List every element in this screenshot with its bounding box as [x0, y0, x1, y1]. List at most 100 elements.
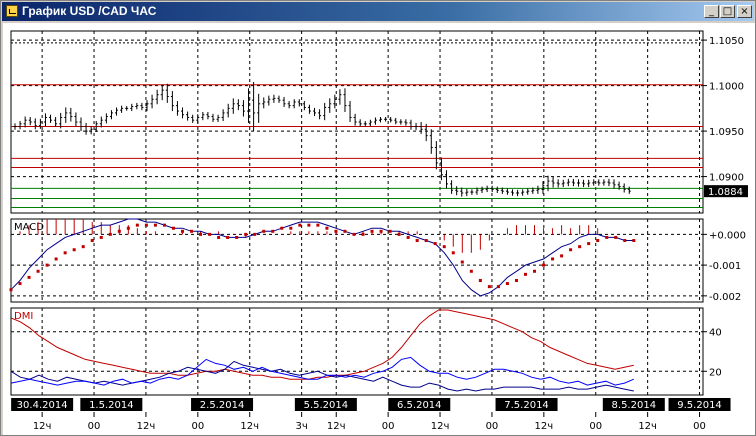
- macd-signal-point: [117, 229, 121, 233]
- price-y-tick-label: 1.1050: [709, 36, 744, 47]
- macd-signal-point: [27, 275, 31, 279]
- date-label: 30.4.2014: [17, 400, 68, 411]
- macd-signal-point: [460, 260, 464, 264]
- macd-line: [10, 218, 634, 297]
- maximize-button[interactable]: □: [720, 5, 735, 18]
- macd-signal-point: [487, 285, 491, 289]
- window-title: График USD /CAD ЧАС: [22, 4, 157, 18]
- macd-signal-point: [632, 239, 636, 243]
- macd-signal-point: [569, 248, 573, 252]
- macd-signal-point: [81, 245, 85, 249]
- macd-signal-point: [135, 223, 139, 227]
- macd-signal-point: [370, 229, 374, 233]
- macd-signal-point: [424, 239, 428, 243]
- window-titlebar[interactable]: График USD /CAD ЧАС _ □ ×: [2, 2, 754, 21]
- macd-signal-point: [171, 226, 175, 230]
- chart-canvas[interactable]: 1.1050 1.1000 1.0950 1.0900 1.0884 +0.000 -0.…: [3, 23, 755, 435]
- macd-signal-point: [478, 278, 482, 282]
- hour-label: 00: [382, 421, 395, 432]
- macd-signal-point: [298, 223, 302, 227]
- hour-label: 00: [191, 421, 204, 432]
- macd-signal-point: [18, 282, 22, 286]
- macd-y-tick-label: -0.002: [709, 292, 741, 303]
- hour-label: 12ч: [33, 421, 52, 432]
- hour-label: 12ч: [638, 421, 657, 432]
- price-y-tick-label: 1.0950: [709, 127, 744, 138]
- macd-signal-point: [587, 242, 591, 246]
- macd-signal-point: [388, 229, 392, 233]
- macd-signal-point: [596, 239, 600, 243]
- last-price-label: 1.0884: [708, 187, 743, 198]
- macd-signal-point: [496, 285, 500, 289]
- macd-signal-point: [325, 226, 329, 230]
- macd-signal-point: [542, 263, 546, 267]
- macd-signal-point: [533, 269, 537, 273]
- date-label: 9.5.2014: [677, 400, 722, 411]
- macd-signal-point: [442, 245, 446, 249]
- date-label: 8.5.2014: [612, 400, 657, 411]
- macd-signal-point: [45, 263, 49, 267]
- minimize-button[interactable]: _: [704, 5, 719, 18]
- hour-label: 12ч: [137, 421, 156, 432]
- macd-signal-point: [271, 229, 275, 233]
- macd-signal-point: [514, 278, 518, 282]
- price-y-tick-label: 1.1000: [709, 82, 744, 93]
- dmi-adx-line: [10, 309, 634, 380]
- macd-y-tick-label: -0.001: [709, 261, 741, 272]
- price-y-tick-label: 1.0900: [709, 173, 744, 184]
- price-panel: 1.1050 1.1000 1.0950 1.0900 1.0884: [10, 30, 748, 214]
- macd-signal-point: [180, 229, 184, 233]
- dmi-y-tick-label: 40: [709, 328, 722, 339]
- macd-signal-point: [289, 226, 293, 230]
- macd-signal-point: [9, 288, 13, 292]
- chart-app-icon: [6, 5, 18, 17]
- close-button[interactable]: ×: [737, 5, 752, 18]
- macd-y-tick-label: +0.000: [709, 230, 746, 241]
- hour-label: 00: [88, 421, 101, 432]
- dmi-y-tick-label: 20: [709, 367, 722, 378]
- hour-label: 00: [693, 421, 706, 432]
- macd-signal-point: [334, 229, 338, 233]
- macd-signal-point: [199, 232, 203, 236]
- macd-signal-point: [153, 223, 157, 227]
- macd-signal-point: [406, 235, 410, 239]
- macd-signal-point: [253, 232, 257, 236]
- macd-signal-point: [379, 229, 383, 233]
- macd-signal-point: [262, 229, 266, 233]
- macd-signal-point: [433, 242, 437, 246]
- macd-signal-point: [126, 226, 130, 230]
- macd-signal-point: [90, 239, 94, 243]
- macd-signal-point: [162, 223, 166, 227]
- macd-signal-point: [36, 269, 40, 273]
- macd-signal-point: [469, 269, 473, 273]
- macd-signal-point: [63, 251, 67, 255]
- macd-signal-point: [551, 257, 555, 261]
- macd-signal-point: [208, 232, 212, 236]
- macd-signal-point: [235, 235, 239, 239]
- date-label: 2.5.2014: [200, 400, 245, 411]
- macd-signal-point: [316, 223, 320, 227]
- macd-signal-point: [415, 239, 419, 243]
- macd-signal-point: [343, 229, 347, 233]
- hour-label: 00: [486, 421, 499, 432]
- dmi-frame: [10, 307, 704, 396]
- hour-label: 12ч: [431, 421, 450, 432]
- macd-signal-point: [226, 235, 230, 239]
- macd-signal-point: [451, 251, 455, 255]
- macd-signal-point: [190, 229, 194, 233]
- hour-label: 12ч: [535, 421, 554, 432]
- time-axis: 30.4.2014 1.5.2014 2.5.2014 5.5.2014 6.5.201…: [11, 398, 731, 432]
- macd-signal-point: [560, 254, 564, 258]
- hour-label: 12ч: [240, 421, 259, 432]
- date-label: 5.5.2014: [304, 400, 349, 411]
- chart-area[interactable]: 1.1050 1.1000 1.0950 1.0900 1.0884 +0.000 -0.…: [3, 23, 755, 435]
- macd-signal-point: [614, 235, 618, 239]
- macd-signal-point: [307, 223, 311, 227]
- macd-signal-point: [99, 235, 103, 239]
- macd-signal-point: [623, 239, 627, 243]
- macd-signal-point: [505, 282, 509, 286]
- macd-signal-point: [108, 232, 112, 236]
- dmi-plus-line: [10, 360, 634, 392]
- macd-signal-point: [361, 232, 365, 236]
- date-label: 6.5.2014: [397, 400, 442, 411]
